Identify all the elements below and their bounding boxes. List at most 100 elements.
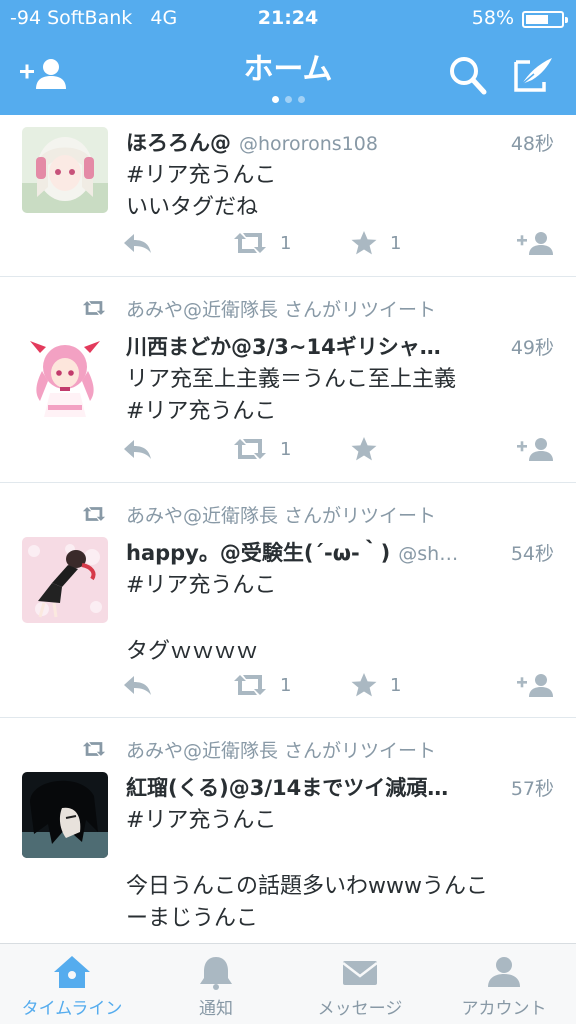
tab-messages[interactable]: メッセージ xyxy=(288,944,432,1024)
tweet-author-name[interactable]: happy。@受験生(´-ω-｀) xyxy=(126,537,390,567)
tweet[interactable]: あみや@近衛隊長 さんがリツイート 紅瑠(くる)@3/14までツイ減頑… 57秒… xyxy=(0,718,576,943)
follow-button[interactable] xyxy=(516,433,554,465)
tweet[interactable]: あみや@近衛隊長 さんがリツイート happy。@受験生(´-ω-｀) @sh… xyxy=(0,483,576,718)
retweet-icon xyxy=(234,439,266,459)
follow-icon xyxy=(517,674,553,697)
tweet-text-line: いいタグだね xyxy=(126,195,259,220)
follow-icon xyxy=(517,438,553,461)
tweet-text-line: 今日うんこの話題多いわwwwうんこ xyxy=(126,874,488,899)
retweeted-by-text: あみや@近衛隊長 さんがリツイート xyxy=(126,739,437,762)
retweet-small-icon xyxy=(82,301,106,315)
avatar-image xyxy=(22,331,108,417)
follow-button[interactable] xyxy=(516,669,554,701)
tweet-time: 54秒 xyxy=(510,543,554,565)
tweet-header: happy。@受験生(´-ω-｀) @sh… 54秒 xyxy=(126,537,554,567)
tweet-text-line[interactable]: #リア充うんこ xyxy=(126,157,276,189)
search-icon xyxy=(450,57,487,95)
retweet-icon xyxy=(234,675,266,695)
reply-button[interactable] xyxy=(122,669,154,701)
retweeted-by-text: あみや@近衛隊長 さんがリツイート xyxy=(126,298,437,321)
retweeted-by[interactable]: あみや@近衛隊長 さんがリツイート xyxy=(80,734,436,764)
retweeted-by[interactable]: あみや@近衛隊長 さんがリツイート xyxy=(80,293,436,323)
avatar[interactable] xyxy=(22,772,108,858)
reply-icon xyxy=(124,676,151,695)
avatar-image xyxy=(22,772,108,858)
tab-label: タイムライン xyxy=(21,999,123,1019)
tweet-text-line[interactable]: #リア充うんこ xyxy=(126,802,276,834)
retweeted-by-text: あみや@近衛隊長 さんがリツイート xyxy=(126,504,437,527)
favorite-button[interactable]: 1 xyxy=(350,669,401,701)
favorite-count: 1 xyxy=(390,674,402,696)
tweet-text-line[interactable]: #リア充うんこ xyxy=(126,567,276,599)
tab-label: 通知 xyxy=(199,999,233,1019)
retweet-count: 1 xyxy=(280,674,292,696)
page-dot xyxy=(271,96,279,103)
search-button[interactable] xyxy=(442,52,494,98)
tab-timeline[interactable]: タイムライン xyxy=(0,944,144,1024)
tweet-text-line[interactable]: #リア充うんこ xyxy=(126,393,276,425)
retweet-small-icon xyxy=(82,742,106,756)
avatar[interactable] xyxy=(22,127,108,213)
star-icon xyxy=(351,437,377,461)
retweet-count: 1 xyxy=(280,438,292,460)
avatar-image xyxy=(22,127,108,213)
star-icon xyxy=(351,673,377,697)
retweet-button[interactable]: 1 xyxy=(232,433,291,465)
tweet-author-name[interactable]: 川西まどか@3/3~14ギリシャ… xyxy=(126,331,441,361)
retweet-icon xyxy=(234,233,266,253)
compose-icon xyxy=(514,58,552,92)
home-icon xyxy=(54,956,90,988)
tweet-actions: 1 xyxy=(122,433,554,465)
avatar-image xyxy=(22,537,108,623)
retweeted-by[interactable]: あみや@近衛隊長 さんがリツイート xyxy=(80,499,436,529)
retweet-small-icon xyxy=(82,507,106,521)
tweet-time: 49秒 xyxy=(510,337,554,359)
reply-button[interactable] xyxy=(122,433,154,465)
tab-account[interactable]: アカウント xyxy=(432,944,576,1024)
tweet-header: 紅瑠(くる)@3/14までツイ減頑… 57秒 xyxy=(126,772,554,802)
tweet-header: 川西まどか@3/3~14ギリシャ… 49秒 xyxy=(126,331,554,361)
reply-icon xyxy=(124,234,151,253)
tweet-time: 48秒 xyxy=(510,133,554,155)
follow-button[interactable] xyxy=(516,227,554,259)
tweet-actions: 1 1 xyxy=(122,227,554,259)
battery-icon xyxy=(522,11,568,28)
tweet-text-line: ーまじうんこ xyxy=(126,906,259,931)
reply-button[interactable] xyxy=(122,227,154,259)
tweet-author-name[interactable]: 紅瑠(くる)@3/14までツイ減頑… xyxy=(126,772,448,802)
battery-percent: 58% xyxy=(471,7,514,29)
timeline[interactable]: ほろろん@ @hororons108 48秒 #リア充うんこ いいタグだね 1 … xyxy=(0,115,576,943)
tweet-text-line: リア充至上主義＝うんこ至上主義 xyxy=(126,367,457,392)
tweet-actions: 1 1 xyxy=(122,669,554,701)
tweet-time: 57秒 xyxy=(510,778,554,800)
retweet-button[interactable]: 1 xyxy=(232,227,291,259)
person-icon xyxy=(488,957,520,987)
favorite-count: 1 xyxy=(390,232,402,254)
tweet-header: ほろろん@ @hororons108 48秒 xyxy=(126,127,554,157)
retweet-count: 1 xyxy=(280,232,292,254)
favorite-button[interactable]: 1 xyxy=(350,227,401,259)
tweet-author-name[interactable]: ほろろん@ xyxy=(126,127,231,157)
avatar[interactable] xyxy=(22,537,108,623)
page-dot xyxy=(284,96,292,103)
tab-bar: タイムライン 通知 メッセージ アカウント xyxy=(0,943,576,1024)
navigation-header: -94 SoftBank 4G 21:24 58% ホーム xyxy=(0,0,576,115)
favorite-button[interactable] xyxy=(350,433,390,465)
follow-icon xyxy=(517,232,553,255)
avatar[interactable] xyxy=(22,331,108,417)
tweet[interactable]: あみや@近衛隊長 さんがリツイート 川西まどか@3/3~14ギリシャ… 49秒 xyxy=(0,277,576,483)
retweet-button[interactable]: 1 xyxy=(232,669,291,701)
tweet-text-line: タグｗｗｗｗ xyxy=(126,639,259,664)
status-bar: -94 SoftBank 4G 21:24 58% xyxy=(0,0,576,38)
compose-button[interactable] xyxy=(508,52,560,98)
tweet[interactable]: ほろろん@ @hororons108 48秒 #リア充うんこ いいタグだね 1 … xyxy=(0,115,576,277)
tweet-author-handle[interactable]: @hororons108 xyxy=(239,133,378,155)
star-icon xyxy=(351,231,377,255)
bell-icon xyxy=(200,957,232,990)
envelope-icon xyxy=(342,961,378,985)
tweet-author-handle[interactable]: @sh… xyxy=(398,543,458,565)
tab-label: アカウント xyxy=(461,999,547,1019)
tab-notifications[interactable]: 通知 xyxy=(144,944,288,1024)
reply-icon xyxy=(124,440,151,459)
tab-label: メッセージ xyxy=(317,999,403,1019)
